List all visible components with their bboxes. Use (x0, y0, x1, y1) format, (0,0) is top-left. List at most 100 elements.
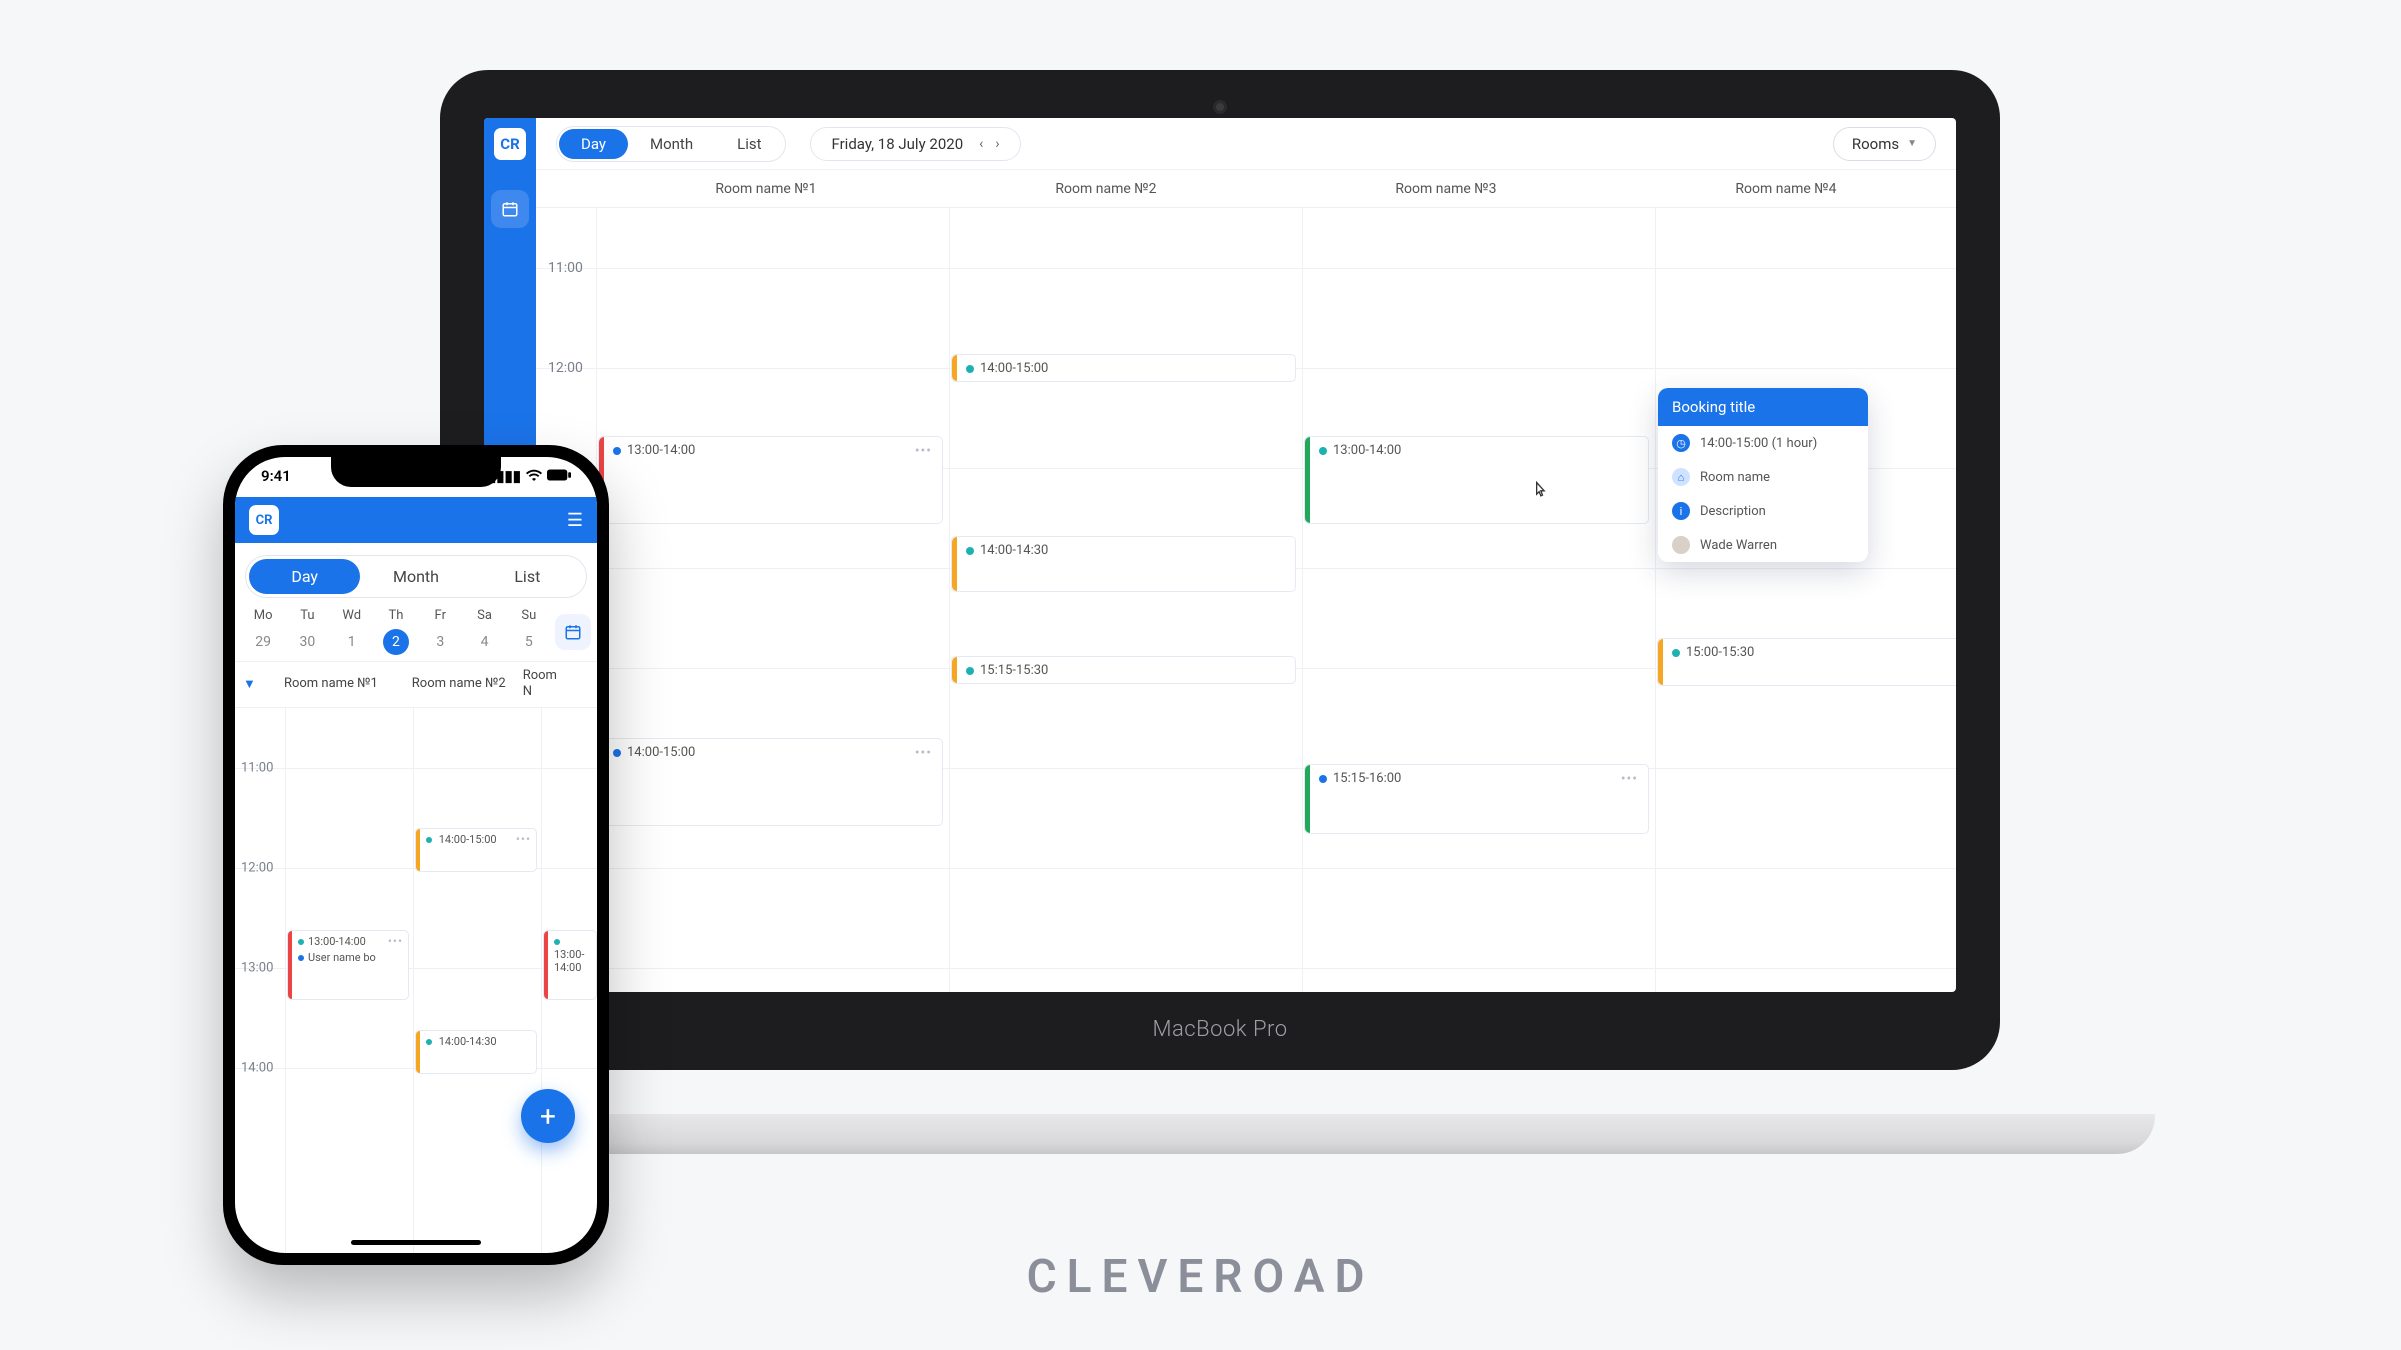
room-columns-header: ▼ Room name №1 Room name №2 RoomN (235, 661, 597, 708)
view-segmented-control: Day Month List (556, 126, 786, 162)
view-list-button[interactable]: List (715, 129, 783, 159)
chevron-down-icon: ▼ (1907, 138, 1917, 149)
dot-icon (554, 939, 560, 945)
time-label: 11:00 (548, 260, 583, 276)
wifi-icon (526, 467, 542, 485)
calendar-icon (564, 623, 582, 641)
week-day[interactable]: Fr3 (418, 608, 462, 655)
event-more-icon[interactable]: ••• (915, 443, 932, 459)
event-block[interactable]: 14:00-14:30 (415, 1030, 537, 1074)
dot-icon (966, 547, 974, 555)
user-icon (298, 955, 304, 961)
time-label: 12:00 (548, 360, 583, 376)
date-selector[interactable]: Friday, 18 July 2020 ‹ › (810, 127, 1020, 161)
open-calendar-button[interactable] (555, 614, 591, 650)
popover-title: Booking title (1658, 388, 1868, 426)
menu-icon[interactable]: ☰ (567, 510, 583, 531)
week-day[interactable]: Th2 (374, 608, 418, 655)
view-month-button[interactable]: Month (360, 559, 471, 594)
user-icon (613, 749, 621, 757)
event-time-label: 13:00-14:00 (627, 443, 695, 458)
event-time-label: 15:00-15:30 (1686, 645, 1754, 660)
event-time-label: 15:15-16:00 (1333, 771, 1401, 786)
view-month-button[interactable]: Month (628, 129, 715, 159)
week-day[interactable]: Tu30 (285, 608, 329, 655)
battery-icon (547, 467, 571, 485)
week-day[interactable]: Su5 (507, 608, 551, 655)
event-block[interactable]: 15:15-15:30 (951, 656, 1296, 684)
rooms-dropdown[interactable]: Rooms ▼ (1833, 127, 1936, 161)
dot-icon (1319, 447, 1327, 455)
info-icon: i (1672, 502, 1690, 520)
view-day-button[interactable]: Day (249, 559, 360, 594)
week-day[interactable]: Wd1 (330, 608, 374, 655)
laptop-camera (1213, 100, 1227, 114)
time-label: 11:00 (241, 760, 273, 775)
brand-watermark: CLEVEROAD (1027, 1250, 1375, 1304)
rooms-dropdown-label: Rooms (1852, 135, 1899, 153)
event-block[interactable]: 14:00-15:00 (951, 354, 1296, 382)
room-column-header: Room name №3 (1276, 181, 1616, 197)
popover-description: Description (1700, 504, 1766, 519)
filter-icon[interactable]: ▼ (243, 676, 267, 692)
week-selector: Mo29 Tu30 Wd1 Th2 Fr3 Sa4 Su5 (235, 608, 597, 661)
room-column-header: Room name №1 (596, 181, 936, 197)
room-column-header: Room name №1 (267, 676, 395, 692)
dot-icon (966, 667, 974, 675)
time-label: 14:00 (241, 1060, 273, 1075)
room-column-header: Room name №2 (395, 676, 523, 692)
event-block[interactable]: 14:00-14:30 (951, 536, 1296, 592)
event-block[interactable]: 13:00-14:00 ••• (598, 436, 943, 524)
event-block[interactable]: 13:00-14:00 (543, 930, 597, 1000)
week-day[interactable]: Mo29 (241, 608, 285, 655)
add-booking-fab[interactable]: + (521, 1089, 575, 1143)
time-label: 12:00 (241, 860, 273, 875)
dot-icon (1672, 649, 1680, 657)
plus-icon: + (540, 1100, 556, 1133)
cursor-icon (1530, 480, 1550, 500)
event-block[interactable]: 15:00-15:30 (1657, 638, 1956, 686)
event-more-icon[interactable]: ••• (388, 934, 403, 948)
user-icon (613, 447, 621, 455)
week-day[interactable]: Sa4 (462, 608, 506, 655)
view-day-button[interactable]: Day (559, 129, 628, 159)
view-list-button[interactable]: List (472, 559, 583, 594)
event-more-icon[interactable]: ••• (915, 745, 932, 761)
room-icon: ⌂ (1672, 468, 1690, 486)
phone-status-bar: 9:41 ▮▮▮▮ (235, 463, 597, 489)
event-block[interactable]: 14:00-15:00 ••• (415, 828, 537, 872)
event-block[interactable]: 13:00-14:00 User name bo ••• (287, 930, 409, 1000)
event-block[interactable]: 15:15-16:00 ••• (1304, 764, 1649, 834)
avatar-icon (1672, 536, 1690, 554)
laptop-mockup: CR Day Month List (440, 70, 2000, 1120)
status-time: 9:41 (261, 467, 291, 485)
mobile-header: CR ☰ (235, 497, 597, 543)
phone-mockup: 9:41 ▮▮▮▮ CR ☰ Day (223, 445, 609, 1265)
event-block[interactable]: 13:00-14:00 (1304, 436, 1649, 524)
event-time-label: 15:15-15:30 (980, 663, 1048, 678)
sidebar-calendar-button[interactable] (491, 190, 529, 228)
event-time-label: 14:00-14:30 (439, 1035, 497, 1048)
event-more-icon[interactable]: ••• (516, 832, 531, 846)
time-label: 13:00 (241, 960, 273, 975)
event-time-label: 14:00-15:00 (627, 745, 695, 760)
mobile-calendar-grid: 11:00 12:00 13:00 14:00 14:00-15:00 ••• (235, 708, 597, 1254)
room-column-header: Room name №2 (936, 181, 1276, 197)
clock-icon: ◷ (1672, 434, 1690, 452)
event-user-label: User name bo (308, 951, 376, 964)
view-segmented-control: Day Month List (245, 555, 587, 598)
event-time-label: 13:00-14:00 (308, 935, 366, 948)
event-block[interactable]: 14:00-15:00 ••• (598, 738, 943, 826)
dot-icon (966, 365, 974, 373)
laptop-model-label: MacBook Pro (1152, 1017, 1287, 1042)
next-day-button[interactable]: › (995, 136, 999, 152)
event-more-icon[interactable]: ••• (1621, 771, 1638, 787)
room-column-header: RoomN (523, 668, 593, 701)
popover-time: 14:00-15:00 (1 hour) (1700, 436, 1817, 451)
calendar-grid: Room name №1 Room name №2 Room name №3 R… (536, 170, 1956, 992)
booking-popover: Booking title ◷ 14:00-15:00 (1 hour) ⌂ Roo… (1658, 388, 1868, 562)
signal-icon: ▮▮▮▮ (488, 467, 521, 485)
event-time-label: 13:00-14:00 (554, 948, 584, 974)
popover-room: Room name (1700, 470, 1770, 485)
prev-day-button[interactable]: ‹ (979, 136, 983, 152)
